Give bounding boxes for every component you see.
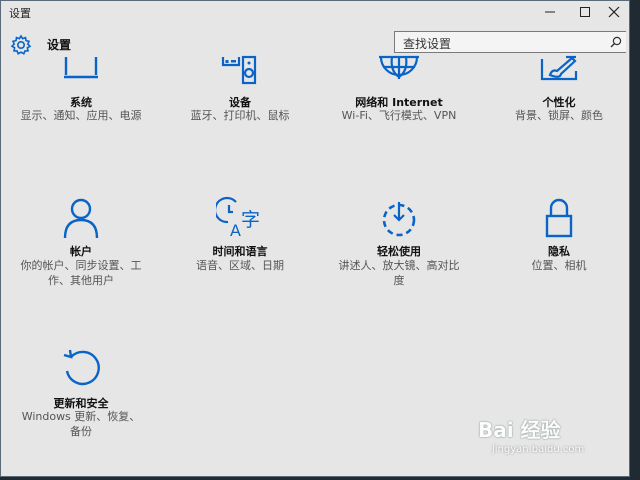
tile-desc: 你的帐户、同步设置、工作、其他用户 (20, 259, 142, 287)
window-title: 设置 (9, 7, 31, 20)
update-icon (63, 349, 100, 386)
tile-name: 轻松使用 (377, 245, 421, 258)
lock-icon (545, 198, 573, 238)
monitor-icon (64, 57, 98, 79)
close-icon (608, 6, 620, 18)
tile-name: 隐私 (548, 245, 570, 258)
title-bar[interactable]: 设置 (1, 1, 629, 23)
search-icon[interactable] (610, 36, 622, 48)
tile-desc: 讲述人、放大镜、高对比度 (338, 259, 460, 287)
svg-text:A: A (230, 221, 241, 240)
tile-name: 帐户 (70, 245, 92, 258)
tile-desc: 语音、区域、日期 (196, 259, 284, 272)
tile-desc: 位置、相机 (531, 259, 587, 272)
tile-desc: 背景、锁屏、颜色 (515, 109, 603, 122)
minimize-button[interactable] (531, 1, 569, 23)
scrollbar[interactable] (626, 23, 629, 475)
paint-icon (540, 55, 578, 81)
maximize-icon (580, 7, 590, 17)
tile-desc: Wi-Fi、飞行模式、VPN (341, 109, 457, 122)
settings-window: 设置 设置 查找设置 系统 显示、通知、应用、电源 设备 蓝牙、打印机、鼠标 网… (0, 0, 630, 477)
svg-text:字: 字 (241, 209, 260, 231)
person-icon (63, 198, 99, 239)
devices-icon (221, 55, 257, 85)
ease-of-access-icon (382, 202, 416, 237)
tile-desc: 蓝牙、打印机、鼠标 (190, 109, 290, 122)
close-button[interactable] (595, 1, 633, 23)
tile-desc: 显示、通知、应用、电源 (20, 109, 142, 122)
minimize-icon (545, 11, 555, 13)
globe-icon (379, 55, 419, 79)
watermark-main: Bai 经验 (478, 418, 561, 442)
tile-name: 时间和语言 (212, 245, 268, 258)
time-language-icon: A 字 (216, 197, 260, 240)
watermark: Bai 经验 jingyan.baidu.com (478, 410, 618, 470)
watermark-sub: jingyan.baidu.com (492, 444, 585, 455)
tile-desc: Windows 更新、恢复、备份 (21, 410, 141, 438)
